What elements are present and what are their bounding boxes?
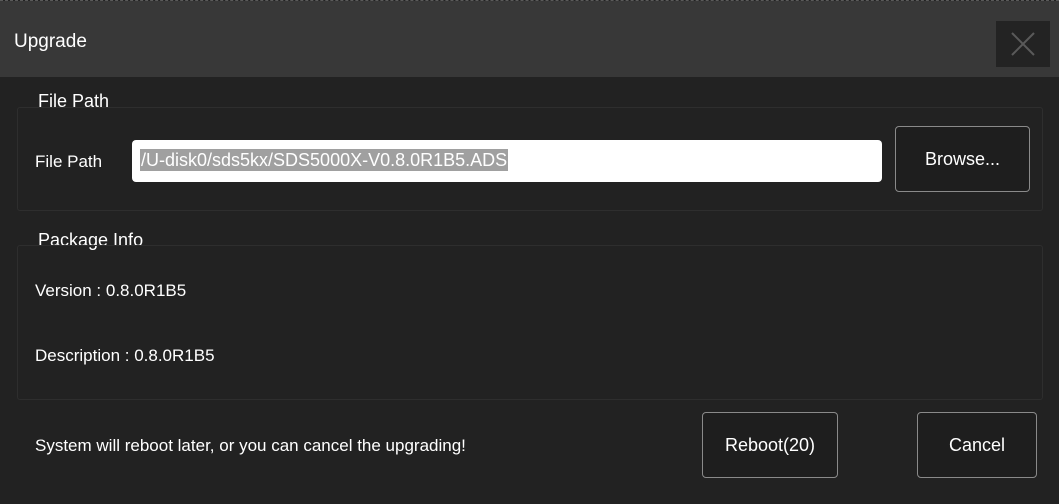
reboot-message: System will reboot later, or you can can… (35, 436, 466, 455)
upgrade-dialog: Upgrade File Path File Path /U-disk0/sds… (0, 0, 1059, 504)
cancel-button-label: Cancel (948, 434, 1006, 455)
reboot-button[interactable]: Reboot(20) (702, 412, 838, 478)
file-path-label: File Path (35, 152, 103, 171)
title-bar: Upgrade (0, 1, 1059, 77)
dialog-title: Upgrade (14, 31, 87, 52)
browse-button[interactable]: Browse... (895, 126, 1030, 192)
cancel-button[interactable]: Cancel (917, 412, 1037, 478)
description-text: Description : 0.8.0R1B5 (35, 346, 215, 365)
browse-button-label: Browse... (924, 148, 1001, 169)
reboot-button-label: Reboot(20) (724, 434, 816, 455)
version-text: Version : 0.8.0R1B5 (35, 281, 187, 300)
file-path-value: /U-disk0/sds5kx/SDS5000X-V0.8.0R1B5.ADS (140, 149, 509, 171)
close-button[interactable] (996, 21, 1050, 67)
package-info-group (17, 245, 1043, 400)
close-icon (1011, 32, 1035, 56)
file-path-input[interactable]: /U-disk0/sds5kx/SDS5000X-V0.8.0R1B5.ADS (132, 140, 882, 182)
